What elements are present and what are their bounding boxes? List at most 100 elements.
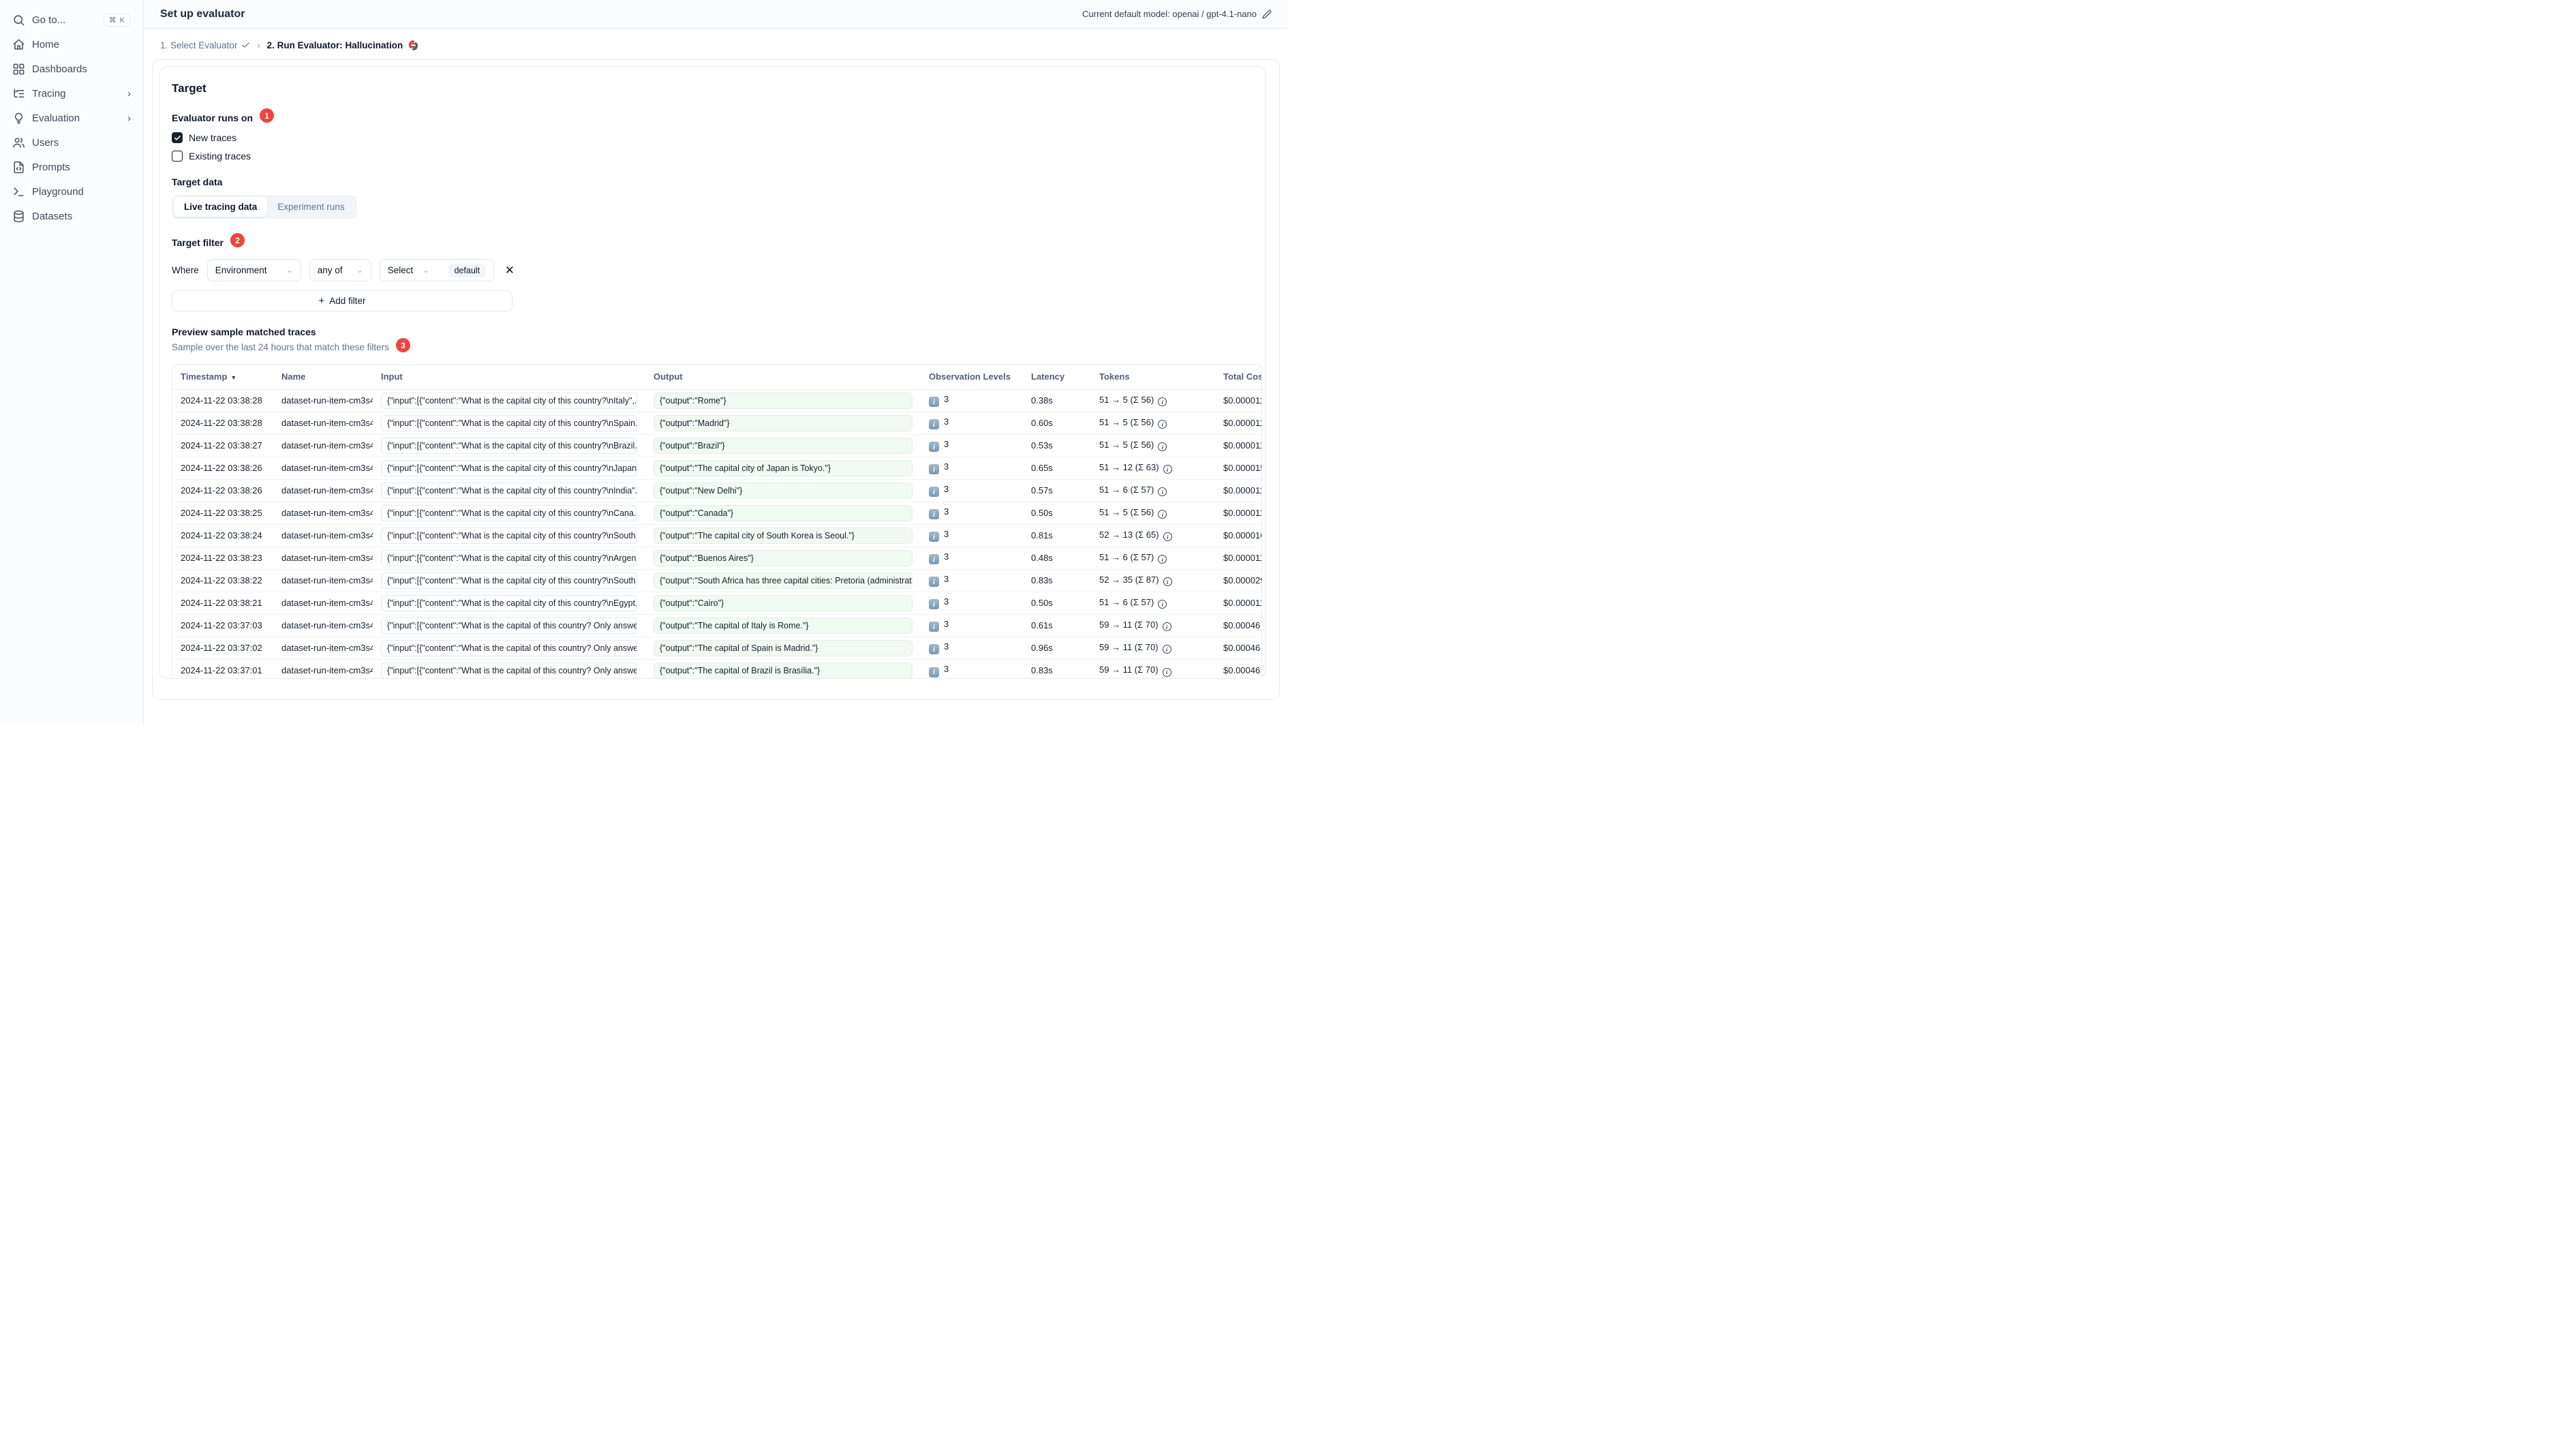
- tab-experiment-runs[interactable]: Experiment runs: [267, 197, 354, 217]
- step-badge-1: 1: [260, 108, 275, 123]
- column-header-latency[interactable]: Latency: [1023, 365, 1091, 390]
- table-row[interactable]: 2024-11-22 03:38:24 dataset-run-item-cm3s…: [172, 524, 1261, 547]
- breadcrumb-step-1[interactable]: 1. Select Evaluator: [160, 40, 250, 50]
- keyboard-shortcut-badge: ⌘ K: [103, 13, 131, 27]
- table-row[interactable]: 2024-11-22 03:38:28 dataset-run-item-cm3s…: [172, 412, 1261, 435]
- sidebar-item-playground[interactable]: Playground: [7, 181, 136, 202]
- latency-cell: 0.81s: [1023, 524, 1091, 547]
- sidebar-item-home[interactable]: Home: [7, 34, 136, 55]
- token-info-icon[interactable]: i: [1158, 600, 1167, 609]
- token-info-icon[interactable]: i: [1158, 510, 1167, 519]
- table-row[interactable]: 2024-11-22 03:38:23 dataset-run-item-cm3s…: [172, 547, 1261, 570]
- checkbox-existing-traces[interactable]: [172, 151, 183, 162]
- table-row[interactable]: 2024-11-22 03:38:26 dataset-run-item-cm3s…: [172, 479, 1261, 502]
- table-row[interactable]: 2024-11-22 03:37:03 dataset-run-item-cm3s…: [172, 614, 1261, 637]
- token-info-icon[interactable]: i: [1163, 532, 1172, 542]
- edit-model-icon[interactable]: [1262, 10, 1272, 19]
- timestamp-cell: 2024-11-22 03:38:25: [172, 502, 273, 525]
- traces-table-container: Timestamp ▼ Name Input Output Observation Lev…: [172, 364, 1262, 678]
- timestamp-cell: 2024-11-22 03:38:28: [172, 412, 273, 435]
- token-info-icon[interactable]: i: [1158, 487, 1167, 497]
- observation-levels-cell: i3: [921, 524, 1023, 547]
- token-info-icon[interactable]: i: [1158, 442, 1167, 452]
- filter-row: Where Environment ⌄ any of ⌄ Select ⌄ defau…: [172, 259, 1253, 281]
- output-chip: {"output":"Cairo"}: [654, 594, 913, 611]
- remove-filter-button[interactable]: ✕: [502, 263, 517, 277]
- timestamp-cell: 2024-11-22 03:38:27: [172, 434, 273, 457]
- tokens-cell: 51 → 5 (Σ 56) i: [1091, 434, 1215, 457]
- token-info-icon[interactable]: i: [1162, 645, 1171, 654]
- output-cell: {"output":"The capital of Italy is Rome.…: [645, 614, 921, 637]
- latency-cell: 0.60s: [1023, 412, 1091, 435]
- column-header-output[interactable]: Output: [645, 365, 921, 390]
- total-cost-cell: $0.000011 (: [1215, 547, 1261, 570]
- sidebar-item-tracing[interactable]: Tracing ›: [7, 83, 136, 104]
- tokens-cell: 51 → 5 (Σ 56) i: [1091, 412, 1215, 435]
- sidebar-item-go-to[interactable]: Go to... ⌘ K: [7, 10, 136, 30]
- column-header-observation-levels[interactable]: Observation Levels: [921, 365, 1023, 390]
- latency-cell: 0.61s: [1023, 614, 1091, 637]
- add-filter-button[interactable]: + Add filter: [172, 290, 512, 311]
- token-info-icon[interactable]: i: [1158, 420, 1167, 429]
- table-row[interactable]: 2024-11-22 03:37:02 dataset-run-item-cm3s…: [172, 637, 1261, 660]
- name-cell: dataset-run-item-cm3s4: [273, 659, 373, 678]
- table-row[interactable]: 2024-11-22 03:38:28 dataset-run-item-cm3s…: [172, 389, 1261, 412]
- home-icon: [13, 39, 25, 50]
- table-row[interactable]: 2024-11-22 03:38:22 dataset-run-item-cm3s…: [172, 569, 1261, 592]
- checkbox-row: Existing traces: [172, 151, 1253, 162]
- latency-cell: 0.57s: [1023, 479, 1091, 502]
- output-cell: {"output":"New Delhi"}: [645, 479, 921, 502]
- filter-operator-select[interactable]: any of ⌄: [309, 259, 371, 281]
- input-chip: {"input":[{"content":"What is the capita…: [381, 504, 637, 521]
- ragas-logo-icon: [409, 40, 418, 50]
- output-cell: {"output":"Buenos Aires"}: [645, 547, 921, 570]
- token-info-icon[interactable]: i: [1163, 465, 1172, 474]
- checkbox-new-traces[interactable]: [172, 132, 183, 143]
- filter-column-select[interactable]: Environment ⌄: [206, 259, 301, 281]
- table-row[interactable]: 2024-11-22 03:38:21 dataset-run-item-cm3s…: [172, 592, 1261, 615]
- table-row[interactable]: 2024-11-22 03:38:26 dataset-run-item-cm3s…: [172, 457, 1261, 480]
- observation-levels-cell: i3: [921, 434, 1023, 457]
- total-cost-cell: $0.00046 (: [1215, 614, 1261, 637]
- token-info-icon[interactable]: i: [1163, 577, 1172, 587]
- input-chip: {"input":[{"content":"What is the capita…: [381, 572, 637, 589]
- observation-levels-cell: i3: [921, 389, 1023, 412]
- token-info-icon[interactable]: i: [1158, 555, 1167, 564]
- info-level-icon: i: [929, 487, 939, 498]
- token-info-icon[interactable]: i: [1162, 667, 1171, 677]
- column-header-timestamp[interactable]: Timestamp ▼: [172, 365, 273, 390]
- name-cell: dataset-run-item-cm3s4: [273, 524, 373, 547]
- sidebar-item-datasets[interactable]: Datasets: [7, 206, 136, 226]
- table-row[interactable]: 2024-11-22 03:38:25 dataset-run-item-cm3s…: [172, 502, 1261, 525]
- input-cell: {"input":[{"content":"What is the capita…: [373, 412, 645, 435]
- input-chip: {"input":[{"content":"What is the capita…: [381, 482, 637, 499]
- timestamp-cell: 2024-11-22 03:37:03: [172, 614, 273, 637]
- token-info-icon[interactable]: i: [1162, 622, 1171, 632]
- name-cell: dataset-run-item-cm3s4: [273, 412, 373, 435]
- sidebar-item-evaluation[interactable]: Evaluation ›: [7, 108, 136, 128]
- sidebar-item-dashboards[interactable]: Dashboards: [7, 59, 136, 79]
- tab-live-tracing-data[interactable]: Live tracing data: [174, 197, 268, 217]
- total-cost-cell: $0.000011 (: [1215, 592, 1261, 615]
- column-header-tokens[interactable]: Tokens: [1091, 365, 1215, 390]
- table-row[interactable]: 2024-11-22 03:38:27 dataset-run-item-cm3s…: [172, 434, 1261, 457]
- latency-cell: 0.83s: [1023, 659, 1091, 678]
- column-header-name[interactable]: Name: [273, 365, 373, 390]
- total-cost-cell: $0.00046 (: [1215, 659, 1261, 678]
- sidebar-item-users[interactable]: Users: [7, 132, 136, 153]
- tokens-cell: 51 → 6 (Σ 57) i: [1091, 479, 1215, 502]
- chevron-right-icon: ›: [127, 87, 131, 100]
- name-cell: dataset-run-item-cm3s4: [273, 434, 373, 457]
- column-header-input[interactable]: Input: [373, 365, 645, 390]
- sidebar-item-prompts[interactable]: Prompts: [7, 157, 136, 177]
- observation-levels-cell: i3: [921, 637, 1023, 660]
- info-level-icon: i: [929, 599, 939, 610]
- info-level-icon: i: [929, 622, 939, 632]
- preview-title: Preview sample matched traces: [172, 326, 316, 337]
- table-row[interactable]: 2024-11-22 03:37:01 dataset-run-item-cm3s…: [172, 659, 1261, 678]
- info-level-icon: i: [929, 644, 939, 655]
- column-header-total-cost[interactable]: Total Cost: [1215, 365, 1261, 390]
- filter-value-select[interactable]: Select ⌄ default: [379, 259, 494, 281]
- token-info-icon[interactable]: i: [1158, 397, 1167, 407]
- users-icon: [13, 137, 25, 148]
